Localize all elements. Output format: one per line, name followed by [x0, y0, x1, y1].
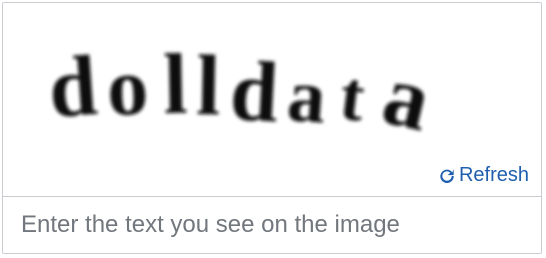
- svg-text:t: t: [336, 57, 369, 136]
- svg-text:o: o: [105, 41, 149, 133]
- captcha-widget: d o l l d a t a dolldata Refresh: [2, 2, 542, 254]
- svg-text:a: a: [285, 53, 329, 139]
- captcha-text-input[interactable]: [3, 196, 541, 253]
- svg-text:l: l: [163, 41, 189, 132]
- refresh-label: Refresh: [458, 164, 529, 186]
- svg-text:d: d: [46, 41, 100, 136]
- captcha-image: d o l l d a t a dolldata: [46, 41, 440, 150]
- refresh-icon: [440, 168, 454, 183]
- svg-text:l: l: [196, 41, 222, 133]
- svg-text:d: d: [228, 42, 281, 140]
- svg-text:a: a: [375, 46, 440, 150]
- refresh-button[interactable]: Refresh: [437, 164, 529, 187]
